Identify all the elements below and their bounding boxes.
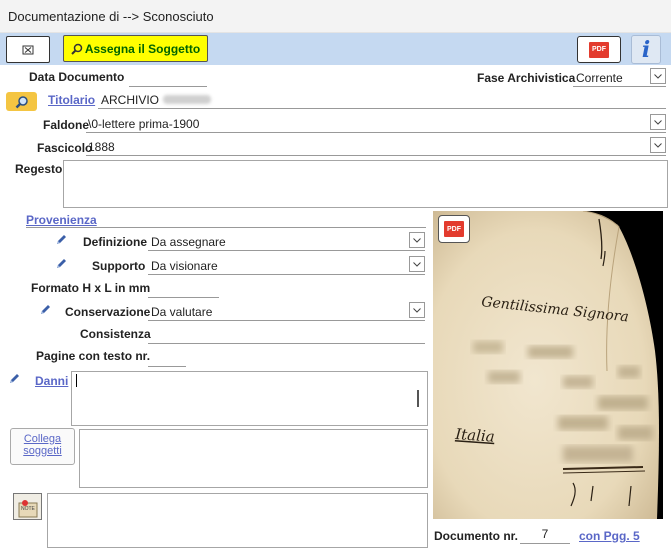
supporto-value: Da visionare <box>151 259 218 273</box>
image-pdf-button[interactable]: PDF <box>438 215 470 243</box>
provenienza-divider <box>26 227 426 228</box>
conservazione-label: Conservazione <box>65 305 151 319</box>
faldone-label: Faldone <box>43 118 90 132</box>
note-icon-label: NOTE <box>21 506 35 512</box>
documento-nr-field[interactable]: 7 <box>520 527 570 544</box>
consistenza-field[interactable] <box>148 327 425 344</box>
pages-link[interactable]: con Pgg. 5 <box>579 529 640 543</box>
titolario-field[interactable]: ARCHIVIO <box>98 92 666 109</box>
handwriting-address: Italia <box>454 425 496 446</box>
fase-archivistica-label: Fase Archivistica <box>477 71 576 85</box>
info-button[interactable]: i <box>631 35 661 64</box>
formato-label: Formato H x L in mm <box>31 281 151 295</box>
chevron-down-icon <box>413 307 421 313</box>
faldone-select[interactable]: \0-lettere prima-1900 <box>86 114 666 133</box>
soggetti-list[interactable] <box>79 429 428 488</box>
supporto-label: Supporto <box>92 259 146 273</box>
pencil-icon <box>41 305 50 314</box>
supporto-select[interactable]: Da visionare <box>148 256 425 275</box>
regesto-textarea[interactable] <box>63 160 668 208</box>
close-icon <box>22 45 34 54</box>
titolario-search-button[interactable] <box>6 92 37 111</box>
danni-edit-button[interactable] <box>8 373 20 388</box>
chevron-down-icon <box>654 73 662 79</box>
definizione-value: Da assegnare <box>151 235 226 249</box>
formato-field[interactable] <box>148 281 219 298</box>
toolbar: Assegna il Soggetto PDF i <box>0 33 671 65</box>
danni-link[interactable]: Danni <box>35 374 68 388</box>
info-icon: i <box>641 36 651 63</box>
close-button[interactable] <box>6 36 50 63</box>
definizione-dropdown-button[interactable] <box>409 232 425 248</box>
definizione-label: Definizione <box>83 235 148 249</box>
chevron-down-icon <box>654 119 662 125</box>
regesto-label: Regesto <box>15 162 63 176</box>
scrollbar-thumb[interactable] <box>417 390 419 407</box>
title-bar: Documentazione di --> Sconosciuto <box>0 0 671 33</box>
definizione-select[interactable]: Da assegnare <box>148 232 425 251</box>
note-textarea[interactable] <box>47 493 428 548</box>
fase-archivistica-select[interactable]: Corrente <box>573 68 666 87</box>
data-documento-label: Data Documento <box>29 70 125 84</box>
chevron-down-icon <box>413 261 421 267</box>
pagine-label: Pagine con testo nr. <box>36 349 151 363</box>
pdf-button[interactable]: PDF <box>577 36 621 63</box>
conservazione-value: Da valutare <box>151 305 213 319</box>
danni-textarea[interactable] <box>71 371 428 426</box>
fase-dropdown-button[interactable] <box>650 68 666 84</box>
titolario-value: ARCHIVIO <box>101 93 160 107</box>
data-documento-field[interactable] <box>129 70 207 87</box>
pdf-icon: PDF <box>444 221 464 237</box>
pencil-icon <box>57 235 66 244</box>
search-icon <box>15 95 28 108</box>
faldone-value: \0-lettere prima-1900 <box>88 117 200 131</box>
chevron-down-icon <box>413 237 421 243</box>
consistenza-label: Consistenza <box>80 327 151 341</box>
conservazione-select[interactable]: Da valutare <box>148 302 425 321</box>
assign-subject-label: Assegna il Soggetto <box>84 41 201 56</box>
pdf-icon: PDF <box>589 41 609 58</box>
note-button[interactable]: NOTE <box>13 493 42 520</box>
fascicolo-dropdown-button[interactable] <box>650 137 666 153</box>
fascicolo-label: Fascicolo <box>37 141 93 155</box>
collega-label-line1: Collega <box>23 433 62 445</box>
conservazione-dropdown-button[interactable] <box>409 302 425 318</box>
window-title: Documentazione di --> Sconosciuto <box>8 9 214 24</box>
pencil-icon <box>10 374 19 383</box>
assign-subject-button[interactable]: Assegna il Soggetto <box>63 35 208 62</box>
definizione-edit-button[interactable] <box>55 234 67 249</box>
faldone-dropdown-button[interactable] <box>650 114 666 130</box>
letter-photo: Gentilissima Signora Italia <box>433 211 663 519</box>
conservazione-edit-button[interactable] <box>39 304 51 319</box>
provenienza-link[interactable]: Provenienza <box>26 213 97 227</box>
supporto-dropdown-button[interactable] <box>409 256 425 272</box>
fascicolo-select[interactable]: 1888 <box>86 137 666 156</box>
collega-label-line2: soggetti <box>23 445 62 457</box>
supporto-edit-button[interactable] <box>55 258 67 273</box>
chevron-down-icon <box>654 142 662 148</box>
magnifier-icon <box>71 43 83 55</box>
collega-soggetti-button[interactable]: Collega soggetti <box>10 428 75 465</box>
document-image: Gentilissima Signora Italia PDF <box>433 211 663 519</box>
text-cursor <box>76 374 77 387</box>
pencil-icon <box>57 259 66 268</box>
pagine-field[interactable] <box>148 350 186 367</box>
redacted-text <box>163 95 211 104</box>
documento-nr-label: Documento nr. <box>434 529 519 543</box>
titolario-link[interactable]: Titolario <box>48 93 95 107</box>
fascicolo-value: 1888 <box>88 140 115 154</box>
fase-archivistica-value: Corrente <box>576 71 623 85</box>
